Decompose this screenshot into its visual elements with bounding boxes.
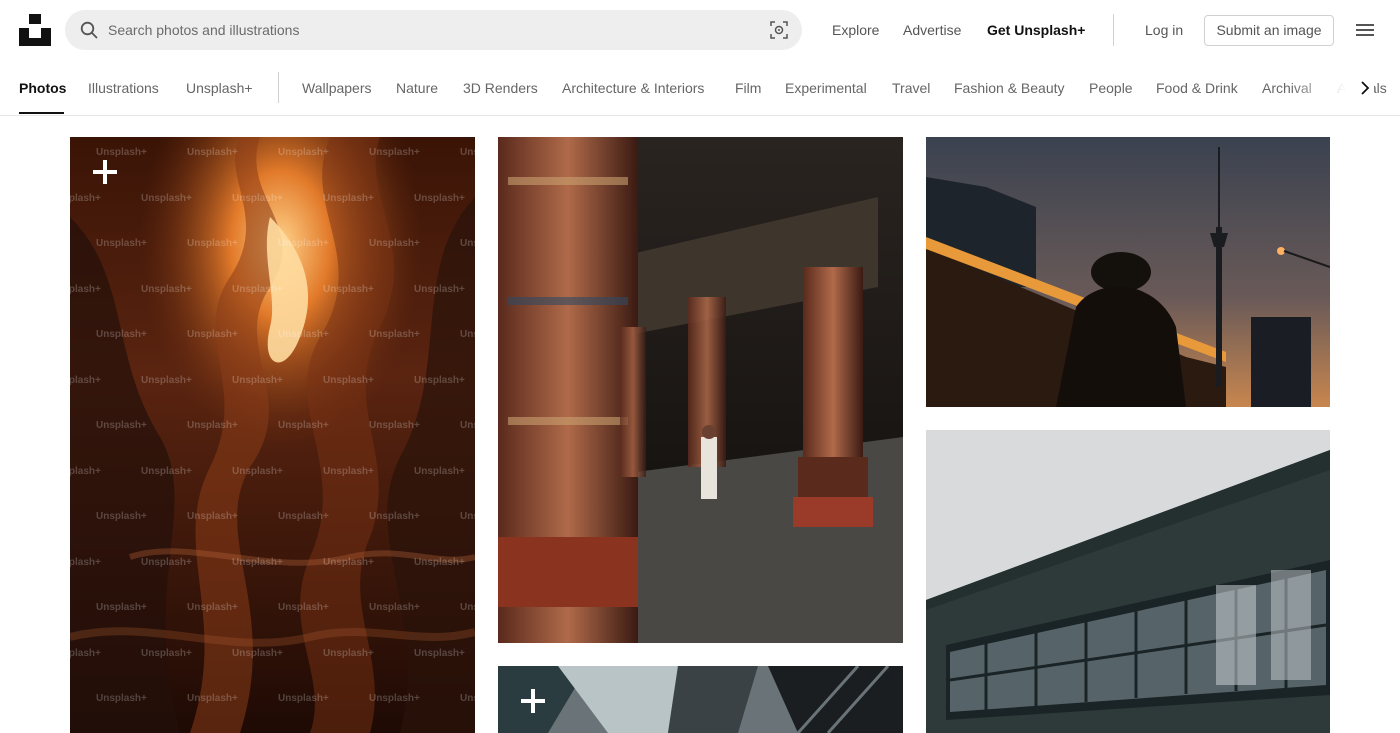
active-topic-indicator — [19, 112, 64, 114]
city-tower-image — [926, 137, 1330, 407]
search-input[interactable] — [108, 10, 748, 50]
topic-photos[interactable]: Photos — [19, 79, 66, 97]
topic-nature[interactable]: Nature — [396, 79, 438, 97]
search-icon[interactable] — [80, 21, 98, 39]
photo-temple[interactable] — [498, 137, 903, 643]
photo-industrial-building[interactable] — [926, 430, 1330, 733]
topic-wallpapers[interactable]: Wallpapers — [302, 79, 372, 97]
topic-people[interactable]: People — [1089, 79, 1133, 97]
topic-experimental[interactable]: Experimental — [785, 79, 867, 97]
nav-explore-link[interactable]: Explore — [832, 20, 879, 40]
unsplash-logo-icon[interactable] — [19, 14, 51, 46]
topic-3d-renders[interactable]: 3D Renders — [463, 79, 538, 97]
header-divider — [1113, 14, 1114, 46]
canyon-image — [70, 137, 475, 733]
temple-image — [498, 137, 903, 643]
architecture-image — [498, 666, 903, 733]
topic-fashion-beauty[interactable]: Fashion & Beauty — [954, 79, 1065, 97]
search-bar[interactable] — [65, 10, 802, 50]
topics-divider — [278, 72, 279, 103]
nav-get-unsplash-plus-link[interactable]: Get Unsplash+ — [987, 20, 1085, 40]
topic-travel[interactable]: Travel — [892, 79, 930, 97]
submit-image-button[interactable]: Submit an image — [1204, 15, 1334, 46]
topic-illustrations[interactable]: Illustrations — [88, 79, 159, 97]
photo-canyon[interactable]: Unsplash+Unsplash+Unsplash+Unsplash+Unsp… — [70, 137, 475, 733]
visual-search-icon[interactable] — [770, 21, 788, 39]
login-link[interactable]: Log in — [1145, 20, 1183, 40]
topic-architecture-interiors[interactable]: Architecture & Interiors — [562, 79, 704, 97]
nav-advertise-link[interactable]: Advertise — [903, 20, 961, 40]
photo-architecture[interactable] — [498, 666, 903, 733]
top-header: Explore Advertise Get Unsplash+ Log in S… — [0, 0, 1400, 60]
topic-food-drink[interactable]: Food & Drink — [1156, 79, 1238, 97]
topic-film[interactable]: Film — [735, 79, 761, 97]
topics-nav: Photos Illustrations Unsplash+ Wallpaper… — [0, 60, 1400, 116]
chevron-right-icon[interactable] — [1356, 79, 1374, 97]
unsplash-plus-badge-icon — [93, 160, 117, 184]
topic-unsplash-plus[interactable]: Unsplash+ — [186, 79, 253, 97]
unsplash-plus-badge-icon — [521, 689, 545, 713]
photo-city-tower[interactable] — [926, 137, 1330, 407]
industrial-building-image — [926, 430, 1330, 733]
hamburger-menu-icon[interactable] — [1355, 21, 1375, 39]
